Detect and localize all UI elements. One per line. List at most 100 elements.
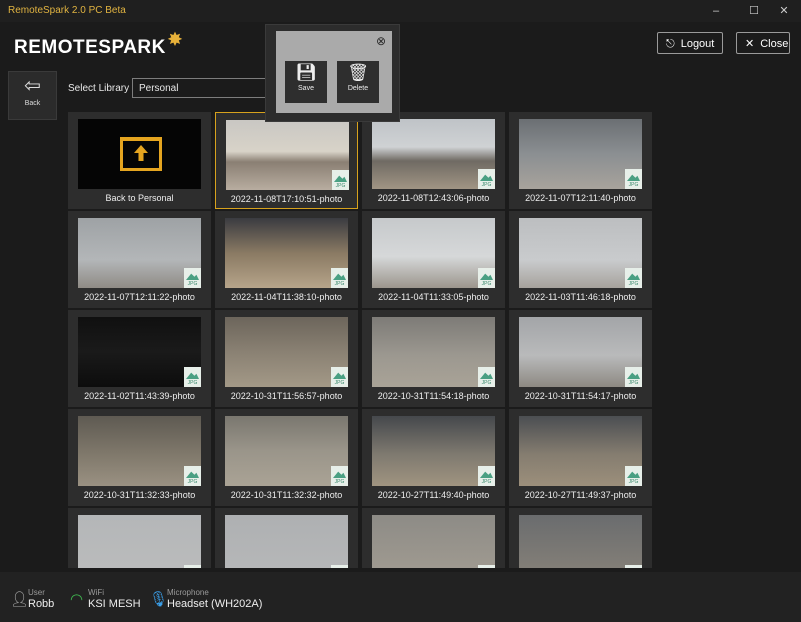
tile-caption: 2022-11-04T11:38:10-photo bbox=[231, 292, 342, 302]
jpg-file-icon: JPG bbox=[332, 170, 349, 190]
jpg-file-icon: JPG bbox=[184, 268, 201, 288]
photo-tile[interactable]: JPG 2022-11-03T11:46:18-photo bbox=[509, 211, 652, 308]
logout-icon: ⎋ bbox=[666, 38, 675, 50]
photo-thumbnail: JPG bbox=[372, 317, 495, 387]
tile-caption: 2022-11-07T12:11:22-photo bbox=[84, 292, 195, 302]
photo-tile[interactable]: JPG 2022-11-08T17:10:51-photo bbox=[215, 112, 358, 209]
photo-thumbnail: JPG bbox=[519, 515, 642, 568]
photo-tile[interactable]: JPG 2022-11-07T12:11:22-photo bbox=[68, 211, 211, 308]
microphone-icon: 🎙︎ bbox=[149, 591, 169, 608]
status-bar: 👤︎ User Robb ◠ WiFi KSI MESH 🎙︎ Micropho… bbox=[0, 572, 801, 622]
photo-thumbnail: JPG bbox=[519, 416, 642, 486]
photo-thumbnail: JPG bbox=[372, 416, 495, 486]
tile-caption: 2022-10-31T11:32:33-photo bbox=[83, 490, 196, 500]
photo-thumbnail: JPG bbox=[225, 416, 348, 486]
tile-caption: 2022-11-02T11:43:39-photo bbox=[84, 391, 195, 401]
jpg-file-icon: JPG bbox=[331, 466, 348, 486]
photo-tile[interactable]: JPG 2022-10-31T11:32:33-photo bbox=[68, 409, 211, 506]
tile-caption: 2022-10-31T11:56:57-photo bbox=[230, 391, 343, 401]
arrow-left-icon: ⇦ bbox=[24, 75, 41, 97]
jpg-file-icon: JPG bbox=[478, 466, 495, 486]
photo-tile[interactable]: JPG 2022-10-27T11:49:37-photo bbox=[509, 409, 652, 506]
back-label: Back bbox=[24, 100, 41, 107]
close-button[interactable]: ✕ Close bbox=[736, 32, 790, 54]
popup-close-icon[interactable]: ⊗ bbox=[376, 34, 386, 48]
photo-tile[interactable]: JPG 2022-10-31T11:32:32-photo bbox=[215, 409, 358, 506]
photo-tile[interactable]: JPG 2022-11-04T11:38:10-photo bbox=[215, 211, 358, 308]
photo-tile[interactable]: JPG 2022-11-07T12:11:40-photo bbox=[509, 112, 652, 209]
jpg-file-icon: JPG bbox=[478, 268, 495, 288]
minimize-button[interactable]: – bbox=[699, 0, 733, 22]
spark-icon: ✸ bbox=[167, 30, 183, 49]
tile-caption: 2022-11-03T11:46:18-photo bbox=[525, 292, 636, 302]
wifi-icon: ◠ bbox=[70, 591, 84, 608]
photo-tile[interactable]: JPG bbox=[362, 508, 505, 568]
photo-tile[interactable]: JPG 2022-11-02T11:43:39-photo bbox=[68, 310, 211, 407]
photo-thumbnail: JPG bbox=[226, 120, 349, 190]
jpg-file-icon: JPG bbox=[331, 565, 348, 568]
back-to-library-tile[interactable]: Back to Personal bbox=[68, 112, 211, 209]
photo-thumbnail: JPG bbox=[78, 515, 201, 568]
photo-tile[interactable]: JPG 2022-10-31T11:56:57-photo bbox=[215, 310, 358, 407]
tile-caption: 2022-11-08T12:43:06-photo bbox=[377, 193, 490, 203]
tile-caption: 2022-11-04T11:33:05-photo bbox=[378, 292, 489, 302]
jpg-file-icon: JPG bbox=[184, 466, 201, 486]
tile-caption: 2022-10-31T11:32:32-photo bbox=[230, 490, 343, 500]
close-icon: ✕ bbox=[745, 38, 755, 50]
app-logo: REMOTESPARK ✸ bbox=[14, 30, 183, 58]
user-icon: 👤︎ bbox=[10, 591, 30, 608]
tile-caption: 2022-10-31T11:54:18-photo bbox=[377, 391, 490, 401]
photo-thumbnail: JPG bbox=[519, 119, 642, 189]
maximize-button[interactable]: ☐ bbox=[737, 0, 771, 22]
photo-tile[interactable]: JPG 2022-11-08T12:43:06-photo bbox=[362, 112, 505, 209]
jpg-file-icon: JPG bbox=[331, 268, 348, 288]
photo-thumbnail: JPG bbox=[519, 218, 642, 288]
photo-tile[interactable]: JPG bbox=[509, 508, 652, 568]
tile-caption: 2022-11-08T17:10:51-photo bbox=[230, 194, 343, 204]
title-bar: RemoteSpark 2.0 PC Beta – ☐ ✕ bbox=[0, 0, 801, 22]
jpg-file-icon: JPG bbox=[625, 367, 642, 387]
tile-caption: 2022-10-27T11:49:40-photo bbox=[377, 490, 490, 500]
library-select[interactable]: Personal bbox=[132, 78, 272, 98]
jpg-file-icon: JPG bbox=[478, 367, 495, 387]
photo-thumbnail: JPG bbox=[519, 317, 642, 387]
trash-icon: 🗑︎ bbox=[347, 63, 369, 82]
photo-thumbnail: JPG bbox=[372, 119, 495, 189]
tile-caption: 2022-10-31T11:54:17-photo bbox=[524, 391, 637, 401]
photo-thumbnail: JPG bbox=[225, 515, 348, 568]
tile-caption: 2022-10-27T11:49:37-photo bbox=[524, 490, 637, 500]
folder-thumbnail bbox=[78, 119, 201, 189]
photo-tile[interactable]: JPG 2022-10-31T11:54:17-photo bbox=[509, 310, 652, 407]
jpg-file-icon: JPG bbox=[478, 565, 495, 568]
library-label: Select Library bbox=[68, 83, 130, 94]
photo-thumbnail: JPG bbox=[78, 218, 201, 288]
photo-tile[interactable]: JPG 2022-10-31T11:54:18-photo bbox=[362, 310, 505, 407]
photo-action-popup: ⊗ 💾︎ Save 🗑︎ Delete bbox=[265, 24, 400, 122]
jpg-file-icon: JPG bbox=[478, 169, 495, 189]
photo-grid: Back to Personal JPG 2022-11-08T17:10:51-p… bbox=[68, 112, 652, 568]
tile-caption: 2022-11-07T12:11:40-photo bbox=[525, 193, 636, 203]
jpg-file-icon: JPG bbox=[625, 565, 642, 568]
photo-tile[interactable]: JPG bbox=[215, 508, 358, 568]
photo-thumbnail: JPG bbox=[372, 515, 495, 568]
photo-thumbnail: JPG bbox=[225, 218, 348, 288]
jpg-file-icon: JPG bbox=[625, 268, 642, 288]
photo-tile[interactable]: JPG 2022-11-04T11:33:05-photo bbox=[362, 211, 505, 308]
jpg-file-icon: JPG bbox=[184, 367, 201, 387]
photo-tile[interactable]: JPG bbox=[68, 508, 211, 568]
photo-thumbnail: JPG bbox=[225, 317, 348, 387]
photo-tile[interactable]: JPG 2022-10-27T11:49:40-photo bbox=[362, 409, 505, 506]
window-title: RemoteSpark 2.0 PC Beta bbox=[8, 5, 126, 16]
photo-thumbnail: JPG bbox=[78, 416, 201, 486]
logout-button[interactable]: ⎋ Logout bbox=[657, 32, 723, 54]
folder-up-icon bbox=[120, 137, 162, 171]
tile-caption: Back to Personal bbox=[105, 193, 174, 203]
save-button[interactable]: 💾︎ Save bbox=[285, 61, 327, 103]
save-icon: 💾︎ bbox=[295, 63, 317, 82]
window-close-button[interactable]: ✕ bbox=[767, 0, 801, 22]
jpg-file-icon: JPG bbox=[331, 367, 348, 387]
delete-button[interactable]: 🗑︎ Delete bbox=[337, 61, 379, 103]
jpg-file-icon: JPG bbox=[625, 466, 642, 486]
back-button[interactable]: ⇦ Back bbox=[8, 71, 57, 120]
jpg-file-icon: JPG bbox=[184, 565, 201, 568]
